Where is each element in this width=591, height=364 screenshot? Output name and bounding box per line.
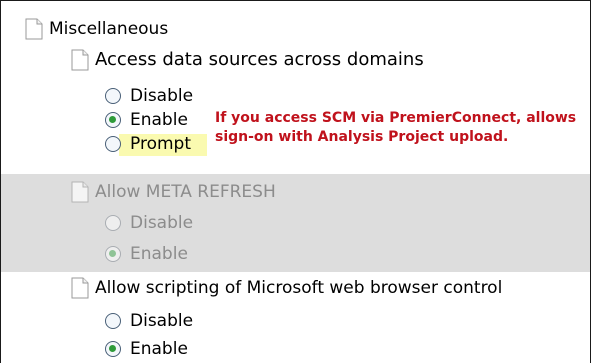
radio-label: Disable <box>130 86 194 106</box>
setting-label: Allow scripting of Microsoft web browser… <box>95 278 503 298</box>
radio-disable[interactable]: Disable <box>105 310 193 332</box>
radio-enable[interactable]: Enable <box>105 109 188 131</box>
radio-enable[interactable]: Enable <box>105 338 188 360</box>
radio-button-selected[interactable] <box>105 112 121 128</box>
document-icon <box>71 49 89 71</box>
radio-button-selected <box>105 246 121 262</box>
radio-disable: Disable <box>105 212 193 234</box>
radio-label: Disable <box>130 311 194 331</box>
document-icon <box>71 181 89 203</box>
radio-button[interactable] <box>105 88 121 104</box>
radio-prompt[interactable]: Prompt <box>105 133 191 155</box>
setting-label: Allow META REFRESH <box>95 182 276 202</box>
tree-node-label: Miscellaneous <box>49 19 169 39</box>
radio-label: Enable <box>130 110 188 130</box>
radio-disable[interactable]: Disable <box>105 85 193 107</box>
radio-label: Enable <box>130 244 188 264</box>
document-icon <box>25 18 43 40</box>
radio-button[interactable] <box>105 313 121 329</box>
radio-button-selected[interactable] <box>105 341 121 357</box>
document-icon <box>71 277 89 299</box>
setting-access-data-sources[interactable]: Access data sources across domains <box>71 49 424 71</box>
radio-enable: Enable <box>105 243 188 265</box>
setting-allow-scripting-webbrowser[interactable]: Allow scripting of Microsoft web browser… <box>71 277 502 299</box>
annotation-callout: If you access SCM via PremierConnect, al… <box>215 110 577 145</box>
radio-label: Disable <box>130 213 194 233</box>
radio-label: Enable <box>130 339 188 359</box>
tree-node-miscellaneous[interactable]: Miscellaneous <box>25 18 168 40</box>
setting-label: Access data sources across domains <box>95 49 424 70</box>
radio-label: Prompt <box>130 134 191 154</box>
radio-button <box>105 215 121 231</box>
setting-allow-meta-refresh: Allow META REFRESH <box>71 181 276 203</box>
settings-tree-panel: Miscellaneous Access data sources across… <box>0 0 591 363</box>
radio-button[interactable] <box>105 136 121 152</box>
